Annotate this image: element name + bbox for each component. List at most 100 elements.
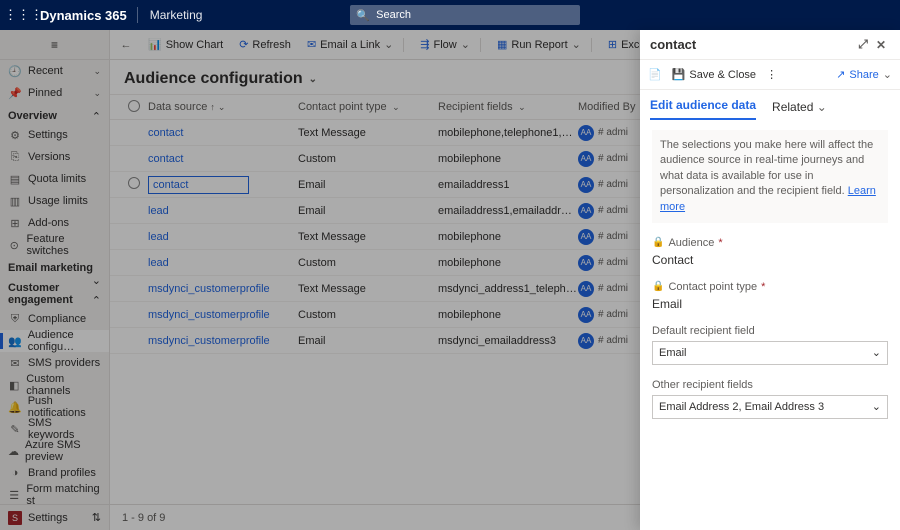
nav-audience[interactable]: 👥Audience configu… [0,330,109,352]
new-icon[interactable]: 📄 [648,68,662,81]
col-data-source[interactable]: Data source↑⌄ [148,101,298,113]
more-icon[interactable]: ⋮ [766,68,777,81]
cmd-refresh[interactable]: ⟳Refresh [233,30,297,59]
nav-addons[interactable]: ⊞Add-ons [0,212,109,234]
app-launcher-icon[interactable]: ⋮⋮⋮ [4,7,34,23]
form-icon: ☰ [8,489,20,502]
nav-label: Usage limits [28,195,88,207]
nav-brand[interactable]: ◑ Brand profiles [0,462,109,484]
data-source-link[interactable]: msdynci_customerprofile [148,309,270,321]
chevron-down-icon: ⌄ [93,88,101,99]
cell-cpt: Email [298,335,438,347]
cell-cpt: Custom [298,257,438,269]
chevron-down-icon[interactable]: ⌄ [309,74,317,85]
usage-icon: ▥ [8,195,22,208]
nav-usage[interactable]: ▥ Usage limits [0,190,109,212]
chevron-down-icon: ⌄ [92,274,101,287]
nav-label: Compliance [28,313,86,325]
cell-cpt: Custom [298,153,438,165]
avatar: AA [578,229,594,245]
nav-label: SMS providers [28,357,100,369]
tab-related[interactable]: Related ⌄ [772,100,827,120]
data-source-link[interactable]: msdynci_customerprofile [148,283,270,295]
chevron-down-icon: ⌄ [883,68,892,81]
nav-feature[interactable]: ⊙Feature switches [0,234,109,256]
cmd-run-report[interactable]: ▦Run Report ⌄ [491,30,598,59]
popout-icon[interactable]: ⤢ [854,37,872,52]
cmd-email-link[interactable]: ✉Email a Link ⌄ [301,30,410,59]
chevron-down-icon: ⌄ [817,100,827,114]
data-source-link[interactable]: contact [148,176,249,194]
select-all[interactable] [128,100,140,112]
data-source-link[interactable]: lead [148,231,169,243]
chevron-down-icon: ⌄ [461,38,470,51]
cell-rf: emailaddress1 [438,179,578,191]
data-source-link[interactable]: lead [148,257,169,269]
nav-sms-keywords[interactable]: ✎ SMS keywords [0,418,109,440]
cmd-show-chart[interactable]: 📊Show Chart [142,30,229,59]
cell-rf: msdynci_address1_telephone1 [438,283,578,295]
nav-label: Push notifications [28,395,101,419]
sort-asc-icon: ↑ [210,102,215,112]
nav-label: Settings [28,129,68,141]
row-radio[interactable] [128,177,140,189]
switch-icon: ⊙ [8,239,21,252]
nav-label: Brand profiles [28,467,96,479]
field-default-label: Default recipient field [652,325,888,337]
other-recipient-select[interactable]: Email Address 2, Email Address 3⌄ [652,395,888,419]
nav-azure-sms[interactable]: ☁Azure SMS preview [0,440,109,462]
info-box: The selections you make here will affect… [652,130,888,223]
cell-cpt: Custom [298,309,438,321]
section-email[interactable]: Email marketing⌄ [0,256,109,276]
area-label: Settings [28,512,68,524]
nav-recent[interactable]: 🕘Recent⌄ [0,60,109,82]
avatar: AA [578,177,594,193]
data-source-link[interactable]: lead [148,205,169,217]
hamburger-icon[interactable]: ≡ [0,30,109,60]
nav-compliance[interactable]: ⛨Compliance [0,308,109,330]
data-source-link[interactable]: contact [148,153,183,165]
nav-label: Custom channels [26,373,101,397]
global-search[interactable]: 🔍 Search [350,5,580,25]
avatar: AA [578,125,594,141]
tab-edit[interactable]: Edit audience data [650,98,756,120]
chevron-down-icon: ⌄ [384,38,393,51]
chevron-down-icon: ⌄ [516,102,526,112]
col-cpt[interactable]: Contact point type ⌄ [298,101,438,113]
nav-versions[interactable]: ⎘Versions [0,146,109,168]
default-recipient-select[interactable]: Email⌄ [652,341,888,365]
chevron-up-icon: ⌃ [92,294,101,307]
close-icon[interactable]: ✕ [872,38,890,52]
area-switcher[interactable]: S Settings ⇅ [0,504,109,530]
nav-pinned[interactable]: 📌Pinned⌄ [0,82,109,104]
nav-sms-providers[interactable]: ✉ SMS providers [0,352,109,374]
nav-form-matching[interactable]: ☰Form matching st [0,484,109,506]
nav-quota[interactable]: ▤Quota limits [0,168,109,190]
share-button[interactable]: ↗Share ⌄ [836,68,892,81]
excel-icon: ⊞ [608,38,617,51]
mail-icon: ✉ [307,38,316,51]
cmd-flow[interactable]: ⇶Flow ⌄ [414,30,487,59]
nav-custom-channels[interactable]: ◧Custom channels [0,374,109,396]
chevron-down-icon: ⌄ [572,38,581,51]
sms-icon: ✉ [8,357,22,370]
nav-label: Azure SMS preview [25,439,101,463]
brand-icon: ◑ [8,467,22,479]
field-other-label: Other recipient fields [652,379,888,391]
data-source-link[interactable]: msdynci_customerprofile [148,335,270,347]
nav-settings[interactable]: ⚙Settings [0,124,109,146]
nav-label: SMS keywords [28,417,101,441]
back-button[interactable]: ← [114,39,138,51]
section-overview[interactable]: Overview⌃ [0,104,109,124]
save-close-button[interactable]: 💾Save & Close [672,68,756,81]
nav-label: Quota limits [28,173,86,185]
field-cpt-label: 🔒Contact point type* [652,281,888,293]
pane-title: contact [650,37,696,52]
key-icon: ✎ [8,423,22,436]
col-rf[interactable]: Recipient fields ⌄ [438,101,578,113]
cell-cpt: Text Message [298,283,438,295]
side-pane: contact ⤢ ✕ 📄 💾Save & Close ⋮ ↗Share ⌄ E… [640,30,900,530]
nav-push[interactable]: 🔔Push notifications [0,396,109,418]
data-source-link[interactable]: contact [148,127,183,139]
pin-icon: 📌 [8,87,22,100]
